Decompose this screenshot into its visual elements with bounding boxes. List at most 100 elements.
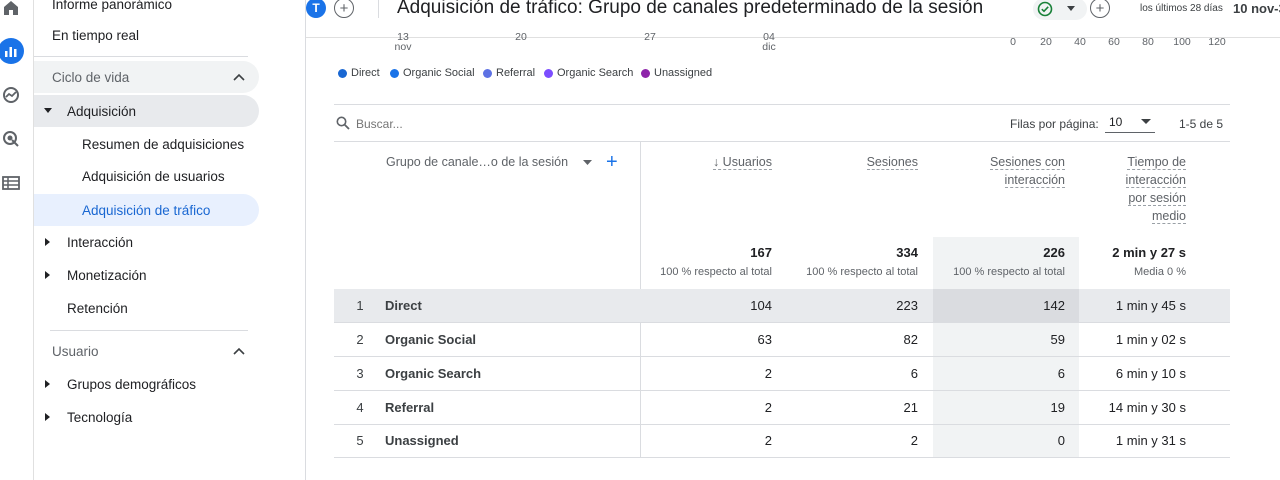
- sidebar-item-demographics[interactable]: Grupos demográficos: [34, 369, 259, 399]
- sidebar-nav: Informe panorámico En tiempo real Ciclo …: [34, 0, 306, 480]
- data-quality-dropdown[interactable]: [1033, 0, 1087, 20]
- date-range-value[interactable]: 10 nov-3: [1233, 1, 1280, 16]
- x-tick-sublabel: dic: [762, 41, 776, 53]
- reports-icon[interactable]: [0, 38, 24, 64]
- total-engaged-sessions-sub: 100 % respecto al total: [953, 266, 1065, 278]
- advertising-icon[interactable]: [0, 128, 22, 150]
- search-input[interactable]: [356, 114, 596, 134]
- x-tick: 13 nov: [394, 32, 412, 53]
- row-index: 2: [356, 332, 364, 347]
- dimension-column-header[interactable]: Grupo de canale…o de la sesión: [386, 155, 568, 169]
- row-border: [334, 457, 1230, 458]
- section-label: Usuario: [52, 343, 99, 359]
- section-lifecycle[interactable]: Ciclo de vida: [34, 61, 259, 93]
- section-user[interactable]: Usuario: [34, 335, 259, 367]
- row-border: [334, 322, 1230, 323]
- column-header-label: Tiempo de: [1127, 155, 1186, 170]
- row-users: 2: [764, 366, 772, 381]
- row-index: 5: [356, 433, 364, 448]
- row-border: [334, 390, 1230, 391]
- row-channel: Unassigned: [385, 433, 459, 448]
- rows-per-page-label: Filas por página:: [1010, 117, 1099, 131]
- row-sessions: 21: [903, 400, 918, 415]
- legend-dot: [641, 68, 650, 78]
- pagination-label: 1-5 de 5: [1179, 117, 1224, 131]
- sidebar-item-realtime[interactable]: En tiempo real: [52, 20, 139, 50]
- legend-label: Unassigned: [654, 67, 713, 79]
- legend-label: Referral: [496, 67, 536, 79]
- row-border: [334, 356, 1230, 357]
- x-tick-label: 27: [644, 31, 656, 43]
- row-engagement-time: 1 min y 02 s: [1115, 332, 1186, 347]
- row-users: 63: [757, 332, 772, 347]
- total-users: 167: [750, 245, 772, 260]
- rows-per-page-select[interactable]: 10: [1105, 111, 1155, 133]
- legend-label: Organic Social: [403, 67, 475, 79]
- legend-item-direct[interactable]: Direct: [338, 67, 380, 79]
- sidebar-item-overview[interactable]: Informe panorámico: [52, 0, 172, 19]
- divider: [50, 330, 248, 331]
- legend-item-unassigned[interactable]: Unassigned: [641, 67, 712, 79]
- column-header-users[interactable]: ↓ Usuarios: [660, 153, 772, 171]
- sidebar-item-technology[interactable]: Tecnología: [34, 402, 259, 432]
- caret-down-icon: [1067, 6, 1075, 11]
- sidebar-item-acquisition-overview[interactable]: Resumen de adquisiciones: [82, 129, 244, 159]
- column-header-label: por sesión: [1128, 191, 1186, 206]
- row-sessions: 82: [903, 332, 918, 347]
- column-header-engaged-sessions[interactable]: Sesiones con interacción: [945, 153, 1065, 189]
- explore-icon[interactable]: [0, 84, 22, 106]
- sidebar-item-label: Monetización: [67, 267, 147, 283]
- row-border: [334, 424, 1230, 425]
- list-icon[interactable]: [0, 172, 22, 194]
- x-tick: 20: [512, 32, 530, 43]
- row-users: 2: [764, 400, 772, 415]
- icon-rail: [0, 0, 34, 480]
- legend-item-referral[interactable]: Referral: [483, 67, 535, 79]
- row-index: 1: [356, 298, 364, 313]
- legend-item-organic-search[interactable]: Organic Search: [544, 67, 633, 79]
- legend-item-organic-social[interactable]: Organic Social: [390, 67, 475, 79]
- caret-right-icon: [43, 270, 53, 280]
- legend-label: Organic Search: [557, 67, 634, 79]
- row-users: 104: [750, 298, 772, 313]
- check-circle-icon: [1037, 1, 1053, 17]
- legend-dot: [338, 68, 347, 78]
- row-sessions: 6: [910, 366, 918, 381]
- sidebar-item-monetization[interactable]: Monetización: [34, 260, 259, 290]
- section-label: Ciclo de vida: [52, 69, 130, 85]
- row-engaged-sessions: 0: [1057, 433, 1065, 448]
- row-sessions: 2: [910, 433, 918, 448]
- row-engaged-sessions: 19: [1050, 400, 1065, 415]
- sidebar-item-label: Grupos demográficos: [67, 376, 197, 392]
- sidebar-item-label: Adquisición de tráfico: [82, 202, 211, 218]
- total-engagement-time: 2 min y 27 s: [1112, 245, 1186, 260]
- rows-per-page-value: 10: [1109, 114, 1123, 129]
- row-engagement-time: 14 min y 30 s: [1108, 400, 1186, 415]
- bar-tick: 20: [1040, 36, 1052, 48]
- home-icon[interactable]: [0, 0, 22, 18]
- column-header-sessions[interactable]: Sesiones: [800, 153, 918, 171]
- chevron-up-icon: [233, 347, 245, 355]
- x-tick-sublabel: nov: [394, 41, 412, 53]
- chevron-up-icon: [233, 73, 245, 81]
- sidebar-item-label: En tiempo real: [52, 27, 140, 43]
- caret-down-icon[interactable]: [583, 160, 592, 166]
- sidebar-item-retention[interactable]: Retención: [67, 293, 128, 323]
- row-engagement-time: 1 min y 45 s: [1115, 298, 1186, 313]
- x-tick: 04 dic: [760, 32, 778, 53]
- sidebar-item-traffic-acquisition[interactable]: Adquisición de tráfico: [82, 195, 210, 225]
- column-header-engagement-time[interactable]: Tiempo de interacción por sesión medio: [1090, 153, 1186, 225]
- column-header-label: Sesiones: [866, 155, 918, 170]
- sidebar-item-acquisition[interactable]: Adquisición: [34, 96, 259, 126]
- total-sessions-sub: 100 % respecto al total: [806, 266, 918, 278]
- divider: [34, 56, 248, 57]
- column-header-label: Sesiones con: [989, 155, 1065, 170]
- row-sessions: 223: [896, 298, 918, 313]
- row-engagement-time: 1 min y 31 s: [1115, 433, 1186, 448]
- sidebar-item-interaction[interactable]: Interacción: [34, 227, 259, 257]
- sidebar-item-user-acquisition[interactable]: Adquisición de usuarios: [82, 161, 225, 191]
- row-users: 2: [764, 433, 772, 448]
- add-dimension-button[interactable]: +: [606, 151, 618, 173]
- sidebar-item-label: Retención: [67, 300, 128, 316]
- caret-right-icon: [43, 379, 53, 389]
